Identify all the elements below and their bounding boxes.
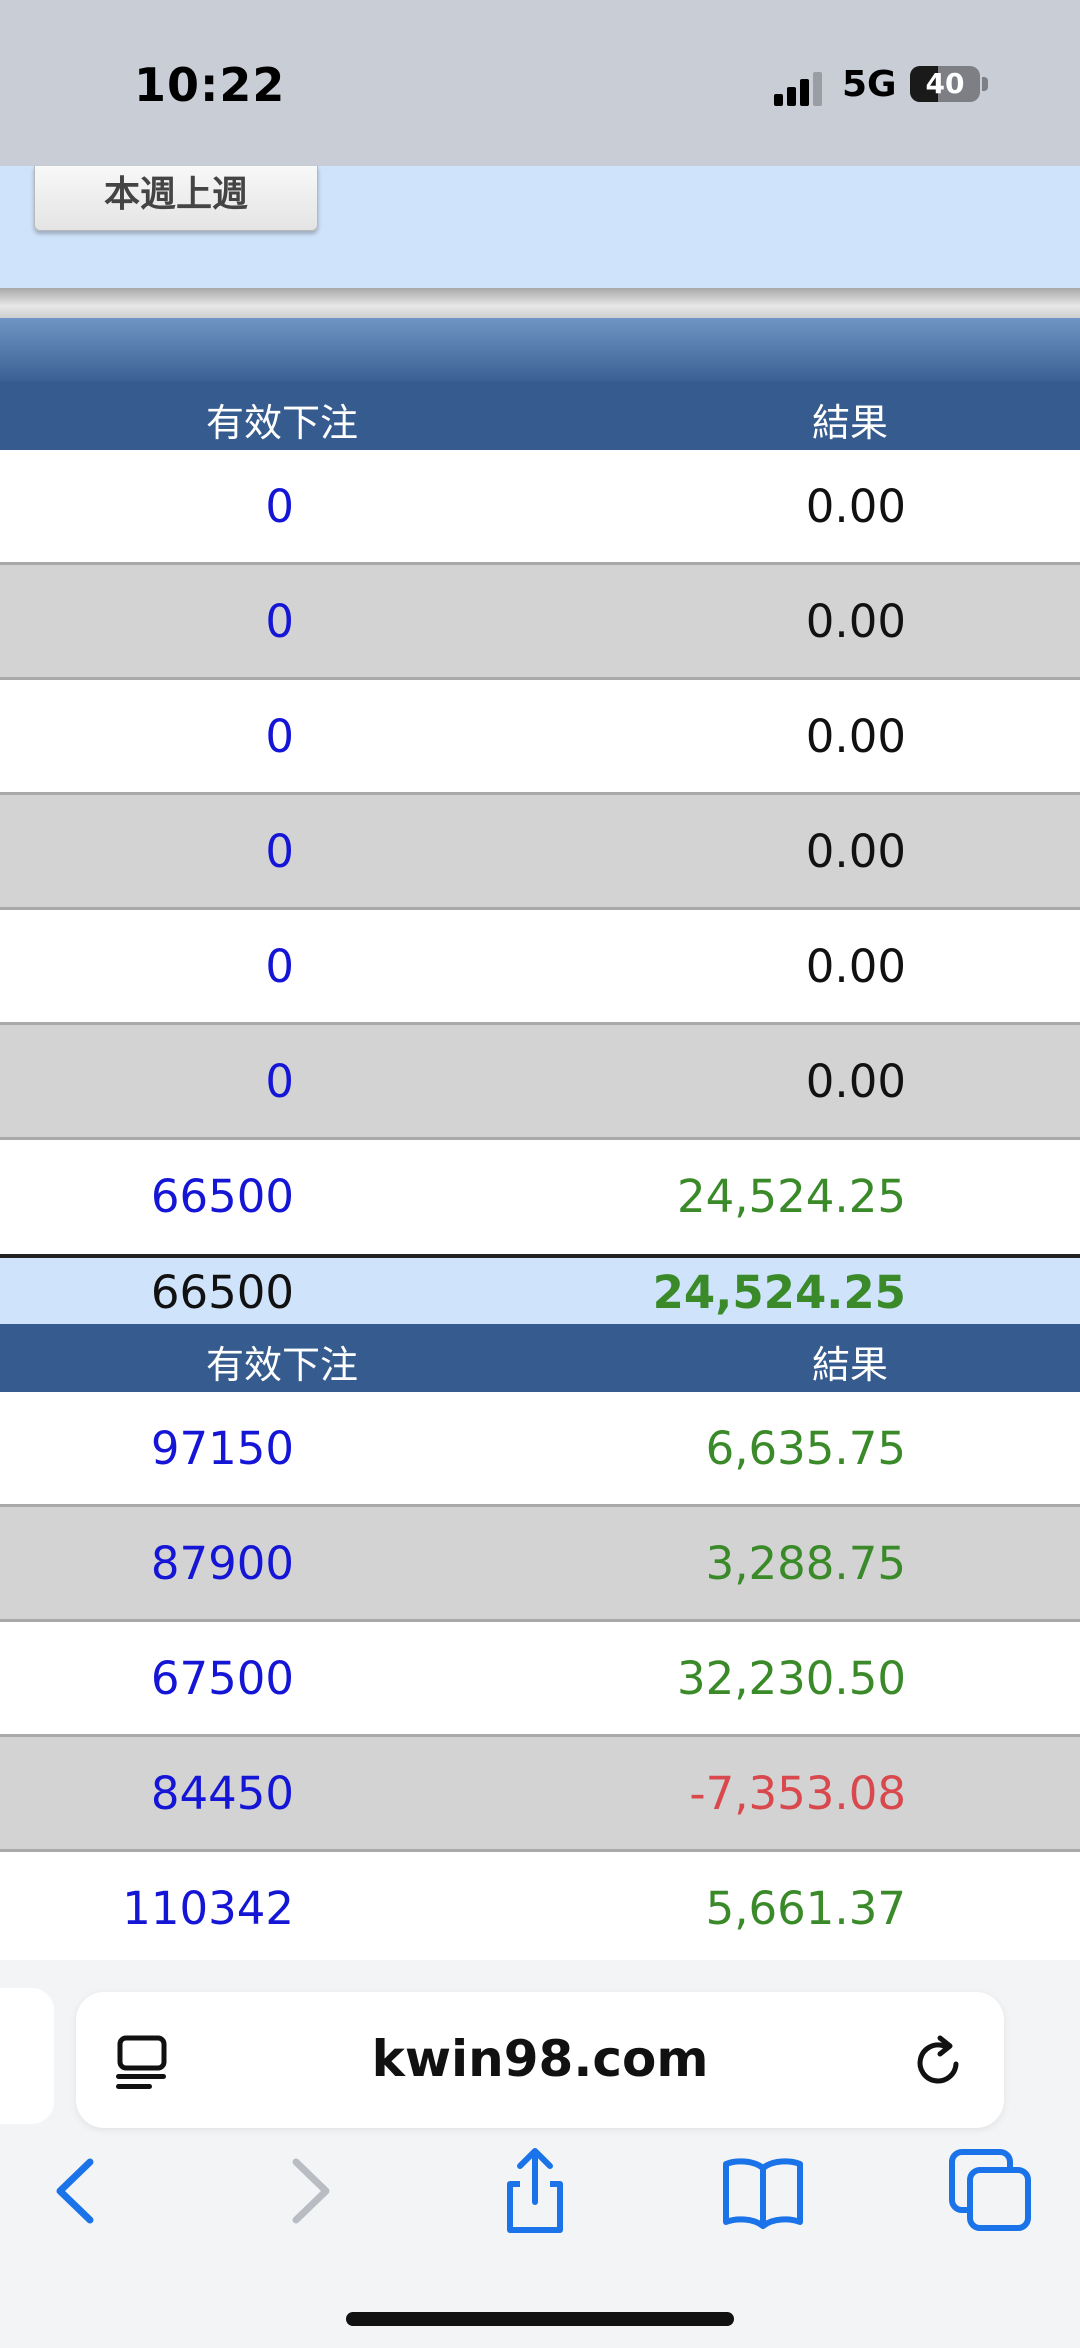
table-row: 0 0.00	[0, 680, 1080, 795]
result-value: 0.00	[805, 480, 906, 533]
bet-value[interactable]: 87900	[151, 1537, 294, 1590]
table-row: 97150 6,635.75	[0, 1392, 1080, 1507]
share-icon[interactable]	[490, 2146, 580, 2236]
column-header-result: 結果	[811, 1343, 888, 1387]
result-value: 0.00	[805, 1055, 906, 1108]
table-row: 0 0.00	[0, 910, 1080, 1025]
bet-value[interactable]: 84450	[151, 1767, 294, 1820]
section-divider	[0, 288, 1080, 318]
bet-value[interactable]: 0	[265, 480, 294, 533]
home-indicator	[346, 2312, 734, 2326]
table-title-bar	[0, 318, 1080, 382]
result-value: 3,288.75	[705, 1537, 906, 1590]
table-row: 67500 32,230.50	[0, 1622, 1080, 1737]
tabs-icon[interactable]	[946, 2146, 1036, 2236]
bet-value[interactable]: 0	[265, 595, 294, 648]
result-value: 32,230.50	[676, 1652, 906, 1705]
bet-value[interactable]: 0	[265, 1055, 294, 1108]
table-row: 0 0.00	[0, 1025, 1080, 1140]
result-value: 5,661.37	[705, 1882, 906, 1935]
column-header-bet: 有效下注	[205, 1343, 358, 1387]
url-text[interactable]: kwin98.com	[76, 2030, 1004, 2088]
table1-header: 有效下注 結果	[0, 382, 1080, 450]
bet-value[interactable]: 67500	[151, 1652, 294, 1705]
bet-value[interactable]: 0	[265, 940, 294, 993]
result-value: 0.00	[805, 940, 906, 993]
bet-value[interactable]: 66500	[151, 1170, 294, 1223]
status-bar: 10:22 5G 40	[0, 0, 1080, 166]
table-row: 0 0.00	[0, 565, 1080, 680]
result-value: -7,353.08	[689, 1767, 906, 1820]
browser-toolbar: kwin98.com	[0, 1960, 1080, 2348]
total-row: 66500 24,524.25	[0, 1254, 1080, 1324]
previous-tab-edge[interactable]	[0, 1988, 54, 2124]
result-value: 0.00	[805, 710, 906, 763]
table2: 97150 6,635.75 87900 3,288.75 67500 32,2…	[0, 1392, 1080, 1967]
result-value: 0.00	[805, 595, 906, 648]
table2-header: 有效下注 結果	[0, 1324, 1080, 1392]
week-selector-area: 本週上週	[0, 166, 1080, 288]
battery-icon: 40	[910, 66, 980, 102]
result-value: 24,524.25	[676, 1170, 906, 1223]
result-value: 0.00	[805, 825, 906, 878]
bet-value[interactable]: 0	[265, 710, 294, 763]
result-value: 6,635.75	[705, 1422, 906, 1475]
bet-value[interactable]: 97150	[151, 1422, 294, 1475]
column-header-result: 結果	[811, 401, 888, 445]
bet-value[interactable]: 0	[265, 825, 294, 878]
reload-icon[interactable]	[910, 2032, 970, 2092]
total-bet: 66500	[150, 1266, 294, 1319]
bookmarks-icon[interactable]	[718, 2146, 808, 2236]
week-button[interactable]: 本週上週	[34, 166, 318, 231]
bet-value[interactable]: 110342	[122, 1882, 294, 1935]
table-row: 87900 3,288.75	[0, 1507, 1080, 1622]
total-result: 24,524.25	[652, 1266, 906, 1319]
table-row: 0 0.00	[0, 450, 1080, 565]
signal-icon	[774, 72, 822, 106]
address-bar[interactable]: kwin98.com	[76, 1992, 1004, 2128]
table-row: 66500 24,524.25	[0, 1140, 1080, 1252]
battery-tip	[982, 77, 988, 91]
column-header-bet: 有效下注	[205, 401, 358, 445]
table-row: 0 0.00	[0, 795, 1080, 910]
status-time: 10:22	[134, 58, 286, 112]
table-row: 84450 -7,353.08	[0, 1737, 1080, 1852]
battery-percent: 40	[925, 67, 965, 100]
forward-icon[interactable]	[264, 2146, 354, 2236]
table1: 0 0.00 0 0.00 0 0.00 0 0.00 0 0.00 0 0.0…	[0, 450, 1080, 1252]
back-icon[interactable]	[32, 2146, 122, 2236]
table-row: 110342 5,661.37	[0, 1852, 1080, 1967]
network-label: 5G	[842, 64, 897, 105]
